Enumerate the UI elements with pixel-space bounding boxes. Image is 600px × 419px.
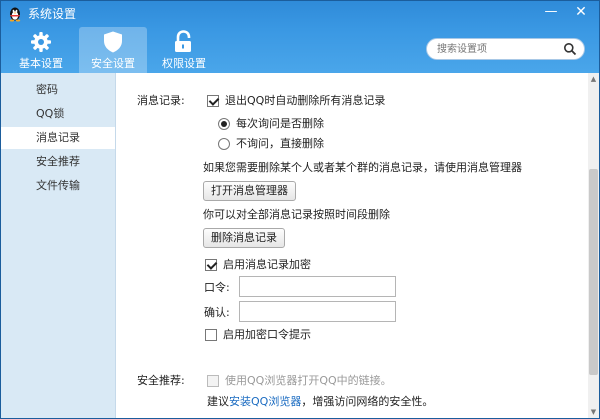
qq-browser-label: 使用QQ浏览器打开QQ中的链接。 — [225, 374, 392, 387]
password-hint-label[interactable]: 启用加密口令提示 — [223, 328, 311, 342]
manager-hint-text: 如果您需要删除某个人或者某个群的消息记录，请使用消息管理器 — [203, 161, 522, 174]
search-input[interactable] — [437, 41, 557, 57]
open-message-manager-button[interactable]: 打开消息管理器 — [203, 181, 296, 201]
ask-before-delete-label[interactable]: 每次询问是否删除 — [236, 117, 324, 131]
qq-penguin-icon — [7, 6, 23, 22]
password-label: 口令: — [204, 281, 230, 294]
sidebar-item-password[interactable]: 密码 — [1, 79, 115, 101]
scroll-up-arrow-icon[interactable]: ▲ — [588, 73, 599, 85]
window-title: 系统设置 — [28, 7, 77, 21]
delete-on-exit-checkbox[interactable] — [207, 95, 219, 107]
section-label-message-record: 消息记录: — [137, 94, 185, 107]
confirm-label: 确认: — [204, 306, 230, 319]
delete-directly-label[interactable]: 不询问，直接删除 — [236, 137, 324, 151]
ask-before-delete-radio[interactable] — [218, 118, 230, 130]
vertical-scrollbar[interactable]: ▲ ▼ — [588, 73, 599, 418]
confirm-password-field[interactable] — [239, 301, 396, 322]
delete-message-record-button[interactable]: 删除消息记录 — [203, 228, 285, 248]
search-box[interactable] — [426, 38, 585, 60]
encrypt-records-label[interactable]: 启用消息记录加密 — [223, 258, 311, 272]
tab-label: 权限设置 — [162, 57, 206, 70]
delete-on-exit-label[interactable]: 退出QQ时自动删除所有消息记录 — [225, 94, 385, 108]
section-label-security-recommend: 安全推荐: — [137, 374, 185, 387]
tab-label: 基本设置 — [19, 57, 63, 70]
tab-security-settings[interactable]: 安全设置 — [79, 27, 147, 73]
settings-content: 消息记录: 退出QQ时自动删除所有消息记录 每次询问是否删除 不询问，直接删除 … — [117, 73, 588, 418]
sidebar-item-file-transfer[interactable]: 文件传输 — [1, 175, 115, 197]
title-bar[interactable]: 系统设置 — ✕ — [1, 1, 599, 27]
unlock-icon — [172, 30, 196, 54]
password-field[interactable] — [239, 276, 396, 297]
encrypt-records-checkbox[interactable] — [205, 259, 217, 271]
shield-icon — [101, 30, 125, 54]
sidebar: 密码 QQ锁 消息记录 安全推荐 文件传输 — [1, 73, 116, 418]
sidebar-item-qq-lock[interactable]: QQ锁 — [1, 103, 115, 125]
tab-permission-settings[interactable]: 权限设置 — [150, 27, 218, 73]
install-qq-browser-link[interactable]: 安装QQ浏览器 — [229, 395, 301, 408]
scroll-thumb[interactable] — [589, 169, 598, 375]
close-button[interactable]: ✕ — [567, 1, 595, 23]
search-icon[interactable] — [563, 42, 577, 56]
sidebar-item-message-record[interactable]: 消息记录 — [1, 127, 115, 149]
suggestion-prefix: 建议 — [207, 395, 229, 408]
minimize-button[interactable]: — — [537, 1, 565, 23]
settings-window: 系统设置 — ✕ 基本设置 安全设置 权限设置 搜索设置项 密码 QQ锁 消息记… — [0, 0, 600, 419]
qq-browser-checkbox — [207, 375, 219, 387]
header-bar: 系统设置 — ✕ 基本设置 安全设置 权限设置 搜索设置项 — [1, 1, 599, 73]
delete-directly-radio[interactable] — [218, 138, 230, 150]
gear-icon — [29, 30, 53, 54]
sidebar-item-security-recommend[interactable]: 安全推荐 — [1, 151, 115, 173]
scroll-down-arrow-icon[interactable]: ▼ — [588, 406, 599, 418]
browser-suggestion: 建议安装QQ浏览器，增强访问网络的安全性。 — [207, 395, 433, 409]
tab-label: 安全设置 — [91, 57, 135, 70]
tab-basic-settings[interactable]: 基本设置 — [7, 27, 75, 73]
suggestion-suffix: ，增强访问网络的安全性。 — [301, 395, 434, 408]
delete-hint-text: 你可以对全部消息记录按照时间段删除 — [203, 208, 390, 221]
password-hint-checkbox[interactable] — [205, 329, 217, 341]
